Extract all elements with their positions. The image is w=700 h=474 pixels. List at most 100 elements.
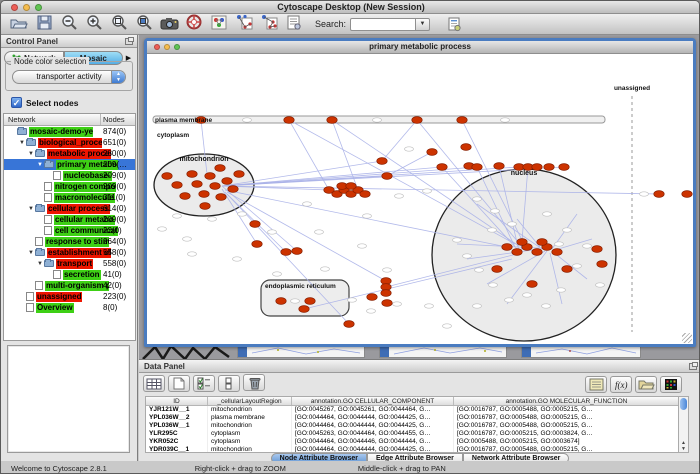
network-node[interactable] bbox=[427, 149, 437, 156]
table-row[interactable]: YLR295Ccytoplasm[GO:0045263, GO:0044464,… bbox=[146, 430, 680, 438]
zoom-in-icon[interactable] bbox=[82, 13, 106, 31]
network-node[interactable] bbox=[382, 300, 392, 307]
tree-row[interactable]: unassigned223(0) bbox=[4, 291, 135, 302]
network-node[interactable] bbox=[517, 239, 527, 246]
network-node[interactable] bbox=[532, 249, 542, 256]
network-node[interactable] bbox=[597, 261, 607, 268]
select-attributes-icon[interactable] bbox=[193, 375, 215, 392]
network-edge[interactable] bbox=[382, 120, 417, 161]
select-nodes-checkbox[interactable]: ✓ bbox=[11, 97, 22, 108]
tree-row[interactable]: nucleobase-209(0) bbox=[4, 170, 135, 181]
layout-nodes-icon[interactable] bbox=[232, 13, 256, 31]
network-node[interactable] bbox=[344, 321, 354, 328]
tree-row[interactable]: nitrogen compo209(0) bbox=[4, 181, 135, 192]
layout-edges-icon[interactable] bbox=[257, 13, 281, 31]
table-column-header[interactable]: ID bbox=[146, 397, 208, 405]
network-node[interactable] bbox=[502, 244, 512, 251]
zoom-out-icon[interactable] bbox=[57, 13, 81, 31]
tree-column-network[interactable]: Network bbox=[4, 114, 101, 125]
network-node[interactable] bbox=[494, 163, 504, 170]
attribute-table-header[interactable]: ID_cellularLayoutRegionannotation.GO CEL… bbox=[146, 397, 680, 406]
network-node[interactable] bbox=[682, 191, 692, 198]
network-node[interactable] bbox=[281, 249, 291, 256]
table-column-header[interactable]: annotation.GO CELLULAR_COMPONENT bbox=[292, 397, 454, 405]
tree-row[interactable]: Overview8(0) bbox=[4, 302, 135, 313]
network-node[interactable] bbox=[412, 117, 422, 124]
network-node[interactable] bbox=[252, 241, 262, 248]
network-node[interactable] bbox=[210, 183, 220, 190]
network-node[interactable] bbox=[457, 117, 467, 124]
network-node[interactable] bbox=[250, 221, 260, 228]
network-node[interactable] bbox=[527, 281, 537, 288]
network-node[interactable] bbox=[346, 183, 356, 190]
column-grid-icon[interactable] bbox=[143, 375, 165, 392]
nucleus-region[interactable] bbox=[432, 169, 616, 341]
table-column-header[interactable]: annotation.GO MOLECULAR_FUNCTION bbox=[454, 397, 680, 405]
network-node[interactable] bbox=[327, 117, 337, 124]
network-node[interactable] bbox=[367, 294, 377, 301]
network-node[interactable] bbox=[162, 173, 172, 180]
filter-icon[interactable] bbox=[442, 15, 466, 33]
delete-attribute-icon[interactable] bbox=[243, 374, 265, 391]
vizmapper-icon[interactable] bbox=[207, 14, 231, 32]
network-node[interactable] bbox=[292, 248, 302, 255]
expand-arrow-icon[interactable]: ▼ bbox=[27, 151, 35, 157]
network-node[interactable] bbox=[382, 173, 392, 180]
network-node[interactable] bbox=[544, 164, 554, 171]
network-node[interactable] bbox=[187, 171, 197, 178]
expand-arrow-icon[interactable]: ▼ bbox=[18, 140, 26, 146]
network-node[interactable] bbox=[360, 191, 370, 198]
network-node[interactable] bbox=[377, 158, 387, 165]
color-attribute-dropdown[interactable]: transporter activity ▲▼ bbox=[12, 70, 126, 84]
tree-row[interactable]: ▼biological_process651(0) bbox=[4, 137, 135, 148]
table-row[interactable]: YDR039C__1mitochondrion[GO:0044464, GO:0… bbox=[146, 446, 680, 453]
tree-row[interactable]: ▼metabolic process280(0) bbox=[4, 148, 135, 159]
expand-arrow-icon[interactable]: ▼ bbox=[27, 206, 35, 212]
network-node[interactable] bbox=[559, 164, 569, 171]
float-panel-icon[interactable] bbox=[689, 363, 697, 370]
tree-row[interactable]: ▼establishment of lo558(0) bbox=[4, 247, 135, 258]
tree-row[interactable]: cell communicat22(0) bbox=[4, 225, 135, 236]
scrollbar-arrows[interactable]: ▲▼ bbox=[679, 440, 688, 452]
table-column-header[interactable]: _cellularLayoutRegion bbox=[208, 397, 292, 405]
function-builder-icon[interactable]: f(x) bbox=[610, 376, 632, 393]
tree-row[interactable]: multi-organism pro42(0) bbox=[4, 280, 135, 291]
network-node[interactable] bbox=[222, 178, 232, 185]
zoom-fit-icon[interactable] bbox=[107, 13, 131, 31]
network-node[interactable] bbox=[472, 164, 482, 171]
tree-row[interactable]: response to stimulu264(0) bbox=[4, 236, 135, 247]
network-node[interactable] bbox=[305, 298, 315, 305]
network-node[interactable] bbox=[654, 191, 664, 198]
tree-row[interactable]: ▼primary metabo209(… bbox=[4, 159, 135, 170]
birdseye-view[interactable] bbox=[7, 345, 130, 453]
expand-arrow-icon[interactable]: ▼ bbox=[27, 250, 35, 256]
network-node[interactable] bbox=[205, 173, 215, 180]
annotation-icon[interactable] bbox=[282, 14, 306, 32]
network-node[interactable] bbox=[200, 203, 210, 210]
window-resize-grip[interactable] bbox=[682, 333, 692, 343]
network-node[interactable] bbox=[276, 298, 286, 305]
network-node[interactable] bbox=[228, 186, 238, 193]
network-node[interactable] bbox=[180, 193, 190, 200]
tree-row[interactable]: ▼transport558(0) bbox=[4, 258, 135, 269]
table-row[interactable]: YPL036W__1mitochondrion[GO:0044464, GO:0… bbox=[146, 422, 680, 430]
tree-row[interactable]: ▼cellular process614(0) bbox=[4, 203, 135, 214]
table-scrollbar[interactable]: ▲▼ bbox=[678, 396, 689, 453]
attribute-editor-icon[interactable] bbox=[585, 376, 607, 393]
network-node[interactable] bbox=[537, 239, 547, 246]
network-node[interactable] bbox=[492, 266, 502, 273]
tree-row[interactable]: mosaic-demo-yeast874(0) bbox=[4, 126, 135, 137]
tree-row[interactable]: cellular metabo209(0) bbox=[4, 214, 135, 225]
network-node[interactable] bbox=[552, 249, 562, 256]
tree-row[interactable]: macromolecule311(0) bbox=[4, 192, 135, 203]
network-window-titlebar[interactable]: primary metabolic process bbox=[147, 41, 693, 54]
scrollbar-thumb[interactable] bbox=[680, 398, 687, 410]
unselect-attributes-icon[interactable] bbox=[218, 375, 240, 392]
expand-arrow-icon[interactable]: ▼ bbox=[36, 261, 44, 267]
network-node[interactable] bbox=[234, 171, 244, 178]
table-row[interactable]: YKR052Ccytoplasm[GO:0044464, GO:0044446,… bbox=[146, 438, 680, 446]
network-node[interactable] bbox=[172, 182, 182, 189]
table-row[interactable]: YJR121W__1mitochondrion[GO:0045267, GO:0… bbox=[146, 406, 680, 414]
search-input[interactable] bbox=[350, 18, 416, 31]
network-node[interactable] bbox=[562, 266, 572, 273]
